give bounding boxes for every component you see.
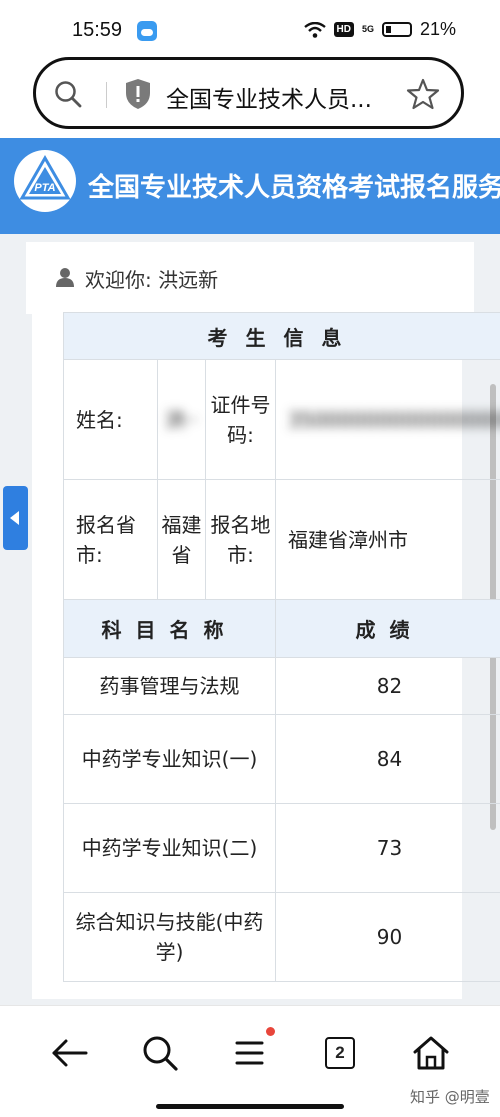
subject-header: 科目名称 bbox=[63, 599, 276, 658]
score-value: 82 bbox=[275, 657, 500, 715]
side-collapse-tab[interactable] bbox=[3, 486, 28, 550]
svg-text:PTA: PTA bbox=[34, 182, 55, 194]
weather-icon bbox=[137, 21, 157, 41]
address-separator bbox=[106, 82, 107, 108]
subject-name: 中药学专业知识(二) bbox=[63, 803, 276, 893]
menu-icon[interactable] bbox=[232, 1033, 272, 1073]
status-time: 15:59 bbox=[72, 19, 123, 41]
table-row: 报名省市: 福建省 报名地市: 福建省漳州市 bbox=[63, 479, 500, 600]
star-icon[interactable] bbox=[406, 77, 440, 111]
pta-logo: PTA bbox=[14, 150, 76, 212]
table-row: 中药学专业知识(一) 84 bbox=[63, 714, 500, 804]
subject-header-row: 科目名称 成绩 bbox=[63, 599, 500, 658]
score-value: 84 bbox=[275, 714, 500, 804]
id-value: 350000000000000000 bbox=[275, 359, 500, 480]
battery-icon bbox=[381, 22, 412, 37]
welcome-name: 洪远新 bbox=[158, 268, 219, 292]
site-header: PTA 全国专业技术人员资格考试报名服务平台 bbox=[0, 138, 500, 234]
wifi-icon bbox=[303, 21, 326, 38]
city-value: 福建省漳州市 bbox=[275, 479, 500, 600]
name-label: 姓名: bbox=[63, 359, 158, 480]
pta-logo-icon: PTA bbox=[19, 154, 71, 200]
table-row: 姓名: 洪·· 证件号码: 350000000000000000 bbox=[63, 359, 500, 480]
candidate-info-header: 考生信息 bbox=[63, 312, 500, 360]
table-header-row: 考生信息 bbox=[63, 312, 500, 360]
watermark: 知乎 @明壹 bbox=[410, 1088, 490, 1106]
score-value: 73 bbox=[275, 803, 500, 893]
address-bar[interactable]: 全国专业技术人员... bbox=[33, 57, 464, 129]
back-arrow-icon[interactable] bbox=[50, 1033, 90, 1073]
name-value: 洪·· bbox=[157, 359, 206, 480]
province-value: 福建省 bbox=[157, 479, 206, 600]
subject-name: 药事管理与法规 bbox=[63, 657, 276, 715]
welcome-label: 欢迎你: bbox=[85, 268, 152, 292]
home-indicator bbox=[156, 1104, 344, 1109]
tabs-count-button[interactable]: 2 bbox=[325, 1037, 355, 1069]
status-indicators: HD 5G 21% bbox=[303, 19, 456, 40]
subject-name: 中药学专业知识(一) bbox=[63, 714, 276, 804]
score-header: 成绩 bbox=[275, 599, 500, 658]
home-icon[interactable] bbox=[411, 1033, 451, 1073]
table-row: 中药学专业知识(二) 73 bbox=[63, 803, 500, 893]
bottom-nav: 2 知乎 @明壹 bbox=[0, 1005, 500, 1117]
candidate-info-table: 考生信息 姓名: 洪·· 证件号码: 350000000000000000 报名… bbox=[63, 312, 500, 982]
province-label: 报名省市: bbox=[63, 479, 158, 600]
shield-icon[interactable] bbox=[124, 78, 152, 110]
battery-percent: 21% bbox=[419, 19, 456, 39]
user-icon bbox=[56, 268, 74, 287]
id-label: 证件号码: bbox=[205, 359, 276, 480]
subject-name: 综合知识与技能(中药学) bbox=[63, 892, 276, 982]
welcome-box: 欢迎你: 洪远新 bbox=[26, 242, 474, 314]
site-title: 全国专业技术人员资格考试报名服务平台 bbox=[88, 173, 500, 203]
hd-badge: HD bbox=[333, 22, 354, 37]
address-title[interactable]: 全国专业技术人员... bbox=[166, 80, 372, 114]
table-row: 综合知识与技能(中药学) 90 bbox=[63, 892, 500, 982]
search-icon[interactable] bbox=[140, 1033, 180, 1073]
score-value: 90 bbox=[275, 892, 500, 982]
notification-dot bbox=[266, 1027, 275, 1036]
city-label: 报名地市: bbox=[205, 479, 276, 600]
status-bar: 15:59 HD 5G 21% bbox=[0, 0, 500, 58]
welcome-text: 欢迎你: 洪远新 bbox=[85, 264, 218, 293]
search-icon[interactable] bbox=[54, 80, 82, 108]
table-row: 药事管理与法规 82 bbox=[63, 657, 500, 715]
signal-icon: 5G bbox=[361, 24, 374, 34]
